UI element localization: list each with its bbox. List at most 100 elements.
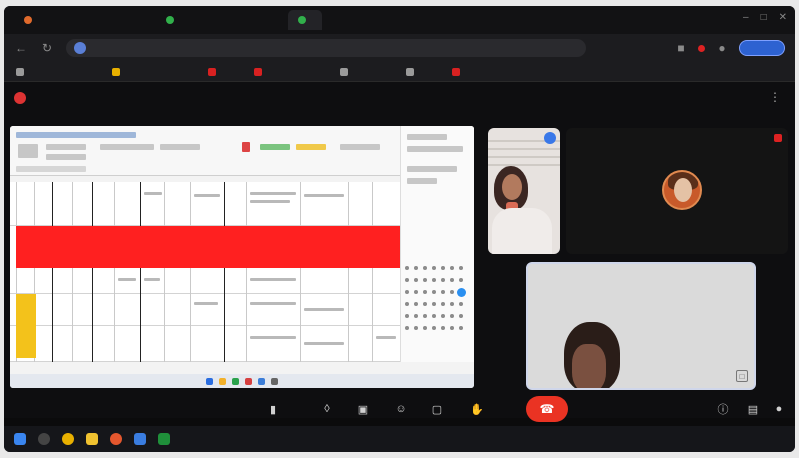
address-bar[interactable] [66,39,586,57]
calendar-day[interactable] [423,326,427,330]
calendar-day[interactable] [405,302,409,306]
calendar-day[interactable] [432,278,436,282]
browser-tab-strip: – □ ✕ [4,6,795,34]
excel-icon[interactable] [158,433,170,445]
calendar-day[interactable] [450,266,454,270]
calendar-day[interactable] [450,314,454,318]
calendar-day[interactable] [432,302,436,306]
chat-icon[interactable]: ▤ [742,398,764,420]
extension-icon[interactable]: ■ [674,41,688,55]
calendar-day[interactable] [405,326,409,330]
calendar-day[interactable] [441,326,445,330]
search-icon[interactable] [38,433,50,445]
presenting-icon [14,92,26,104]
calendar-day[interactable] [441,278,445,282]
close-icon[interactable]: ✕ [779,12,787,23]
shared-screen-taskbar [10,374,474,388]
tab-favicon-icon [166,16,174,24]
calendar-day[interactable] [414,290,418,294]
shared-screen-spreadsheet[interactable] [10,126,474,388]
calendar-day[interactable] [414,302,418,306]
bookmark-item[interactable] [112,67,124,76]
calendar-day[interactable] [414,314,418,318]
tab-favicon-icon [298,16,306,24]
calendar-day[interactable] [423,266,427,270]
mic-icon[interactable]: ▮ [262,398,284,420]
calendar-day[interactable] [414,326,418,330]
back-icon[interactable]: ← [14,41,28,55]
reload-icon[interactable]: ↻ [40,41,54,55]
camera-icon[interactable]: ◊ [316,398,338,420]
call-controls-bar: ▮ ◊ ▣ ☺ ▢ ✋ ☎ ⓘ ▤ ● [4,394,795,424]
avatar [662,170,702,210]
calendar-day[interactable] [414,278,418,282]
chrome-icon[interactable] [62,433,74,445]
minimize-icon[interactable]: – [743,12,749,23]
calendar-day[interactable] [441,314,445,318]
calendar-day[interactable] [450,290,454,294]
calendar-day[interactable] [450,278,454,282]
calendar-day[interactable] [459,302,463,306]
calendar-day[interactable] [423,302,427,306]
calendar-day[interactable] [441,266,445,270]
calendar-day[interactable] [432,314,436,318]
highlighted-cell-yellow[interactable] [16,294,36,358]
calendar-day[interactable] [423,278,427,282]
bookmark-item[interactable] [208,67,220,76]
spreadsheet-grid[interactable] [10,182,400,362]
calendar-day[interactable] [432,290,436,294]
profile-button[interactable] [739,40,785,56]
end-call-button[interactable]: ☎ [526,396,568,422]
bookmark-item[interactable] [254,67,266,76]
calendar-day[interactable] [405,266,409,270]
meeting-stage: ⋮ □ [4,82,795,418]
store-icon[interactable] [134,433,146,445]
calendar-day[interactable] [459,278,463,282]
maximize-icon[interactable]: □ [761,12,767,23]
recording-indicator-icon [698,44,705,52]
raise-hand-icon[interactable]: ✋ [466,398,488,420]
calendar-day[interactable] [432,266,436,270]
bookmark-item[interactable] [452,67,464,76]
calendar-day[interactable] [405,290,409,294]
file-explorer-icon[interactable] [86,433,98,445]
profile-icon[interactable]: ● [715,41,729,55]
calendar-day[interactable] [405,314,409,318]
self-view-tile[interactable]: □ [526,262,756,390]
bookmark-item[interactable] [406,67,418,76]
emoji-icon[interactable]: ☺ [390,398,412,420]
calendar-day[interactable] [432,326,436,330]
calendar-day[interactable] [459,314,463,318]
info-icon[interactable]: ⓘ [712,398,734,420]
more-options-icon[interactable]: ⋮ [769,90,781,104]
calendar-day[interactable] [405,278,409,282]
windows-start-icon[interactable] [14,433,26,445]
calendar-widget[interactable] [405,266,471,346]
firefox-icon[interactable] [110,433,122,445]
calendar-day[interactable] [450,326,454,330]
calendar-day[interactable] [459,326,463,330]
captions-icon[interactable]: ▣ [352,398,374,420]
bookmark-icon [254,67,262,76]
mic-muted-icon [774,134,782,142]
bookmark-item[interactable] [16,67,28,76]
calendar-day[interactable] [423,314,427,318]
calendar-day[interactable] [414,266,418,270]
participant-avatar-tile[interactable] [566,128,788,254]
highlighted-row-red[interactable] [16,226,400,268]
calendar-day[interactable] [423,290,427,294]
calendar-day[interactable] [441,290,445,294]
people-icon[interactable]: ● [768,398,790,420]
browser-tab[interactable] [14,10,48,30]
site-info-icon[interactable] [74,42,86,54]
present-screen-icon[interactable]: ▢ [426,398,448,420]
bookmark-item[interactable] [340,67,352,76]
pin-icon[interactable]: □ [736,370,748,382]
participant-video-tile[interactable] [488,128,560,254]
calendar-day[interactable] [441,302,445,306]
calendar-today[interactable] [457,288,466,297]
calendar-day[interactable] [459,266,463,270]
calendar-day[interactable] [450,302,454,306]
browser-tab-active[interactable] [288,10,322,30]
browser-tab[interactable] [156,10,190,30]
